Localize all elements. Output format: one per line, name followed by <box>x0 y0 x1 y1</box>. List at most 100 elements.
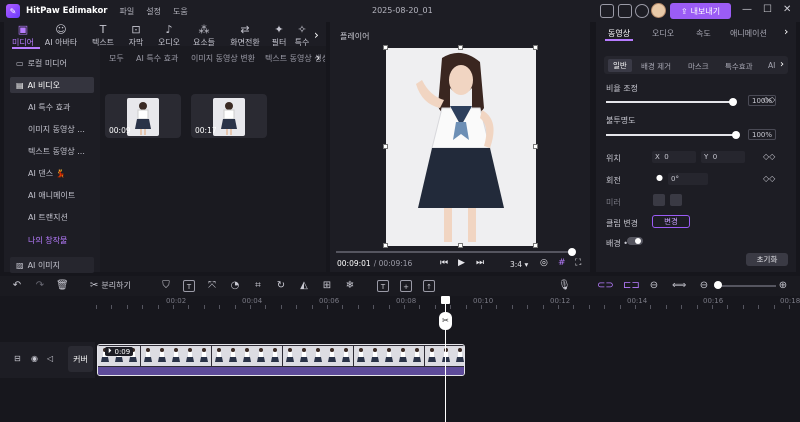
resize-handle[interactable] <box>533 243 538 248</box>
tool-media[interactable]: ▣ 미디어 <box>6 24 40 48</box>
timeline-clip[interactable]: ⏵ 0:09 <box>97 344 465 376</box>
sidebar-item-image-to-video[interactable]: 이미지 동영상 ... <box>10 121 94 137</box>
background-toggle[interactable] <box>627 237 643 245</box>
opacity-slider[interactable] <box>606 101 736 103</box>
export-button[interactable]: ⇪ 내보내기 <box>670 3 731 19</box>
playhead-handle[interactable] <box>441 296 450 304</box>
export-clip-icon[interactable]: ↑ <box>423 280 435 292</box>
microphone-icon[interactable]: 🎙 <box>558 280 571 292</box>
keyframe-icon[interactable]: ◇◇ <box>763 152 775 161</box>
snap-icon[interactable]: ⊏⊐ <box>623 280 640 292</box>
magnet-icon[interactable]: ⊖ <box>648 280 660 292</box>
opacity-slider-knob[interactable] <box>729 98 738 106</box>
resize-handle[interactable] <box>383 243 388 248</box>
sidebar-item-ai-effects[interactable]: AI 특수 효과 <box>10 99 94 115</box>
resize-handle[interactable] <box>458 45 463 50</box>
crop-icon[interactable]: ⌗ <box>252 280 264 292</box>
video-preview[interactable] <box>383 45 538 248</box>
add-text-icon[interactable]: T <box>377 280 389 292</box>
undo-icon[interactable]: ↶ <box>11 280 23 292</box>
freeze-icon[interactable]: ❄ <box>344 280 356 292</box>
zoom-out-icon[interactable]: ⊖ <box>698 280 710 292</box>
next-frame-icon[interactable]: ⏭ <box>476 258 484 268</box>
sidebar-item-ai-video[interactable]: ▤ AI 비디오 <box>10 77 94 93</box>
sidebar-item-ai-transition[interactable]: AI 트랜지션 <box>10 209 94 225</box>
subtab-general[interactable]: 일반 <box>608 59 632 72</box>
resize-handle[interactable] <box>458 243 463 248</box>
aspect-ratio-select[interactable]: 3:4 ▾ <box>510 260 528 269</box>
tool-ai-avatar[interactable]: ☺ AI 아바타 <box>44 24 78 48</box>
media-clip-2[interactable]: 00:17 <box>191 94 267 138</box>
zoom-slider-knob[interactable] <box>714 281 722 289</box>
tool-transition[interactable]: ⇄ 화면전환 <box>225 24 265 48</box>
maximize-icon[interactable]: ☐ <box>763 4 772 15</box>
sidebar-item-local-media[interactable]: ▭ 로컬 미디어 <box>10 55 94 71</box>
menu-help[interactable]: 도움 <box>173 6 188 17</box>
playback-progress-knob[interactable] <box>568 248 576 256</box>
prev-frame-icon[interactable]: ⏮ <box>440 258 448 268</box>
change-clip-button[interactable]: 변경 <box>652 215 690 228</box>
snapshot-icon[interactable]: ◎ <box>540 258 548 268</box>
info-icon[interactable] <box>635 4 649 18</box>
media-clip-1[interactable]: 00:09 <box>105 94 181 138</box>
transparency-slider-knob[interactable] <box>732 131 740 139</box>
shield-icon[interactable]: ⛉ <box>160 280 172 292</box>
cover-button[interactable]: 커버 <box>68 346 93 372</box>
tool-elements[interactable]: ⁂ 요소들 <box>187 24 221 48</box>
tab-video[interactable]: 동영상 <box>608 28 630 39</box>
sidebar-item-ai-image[interactable]: ▨ AI 이미지 <box>10 257 94 273</box>
resize-handle[interactable] <box>533 45 538 50</box>
track-mute-icon[interactable]: ◁ <box>47 354 53 363</box>
delete-icon[interactable]: 🗑 <box>56 280 69 292</box>
subtab-all[interactable]: 모두 <box>109 53 124 64</box>
tab-speed[interactable]: 속도 <box>696 28 711 39</box>
sidebar-item-my-creations[interactable]: 나의 창작물 <box>10 232 94 248</box>
play-icon[interactable]: ▶ <box>458 258 465 268</box>
tab-animation[interactable]: 애니메이션 <box>730 28 767 39</box>
add-media-icon[interactable]: + <box>400 280 412 292</box>
playhead-split-icon[interactable]: ✂ <box>439 312 452 330</box>
tool-effects[interactable]: ✧ 특수 <box>290 24 314 48</box>
resize-handle[interactable] <box>533 144 538 149</box>
subtab-remove-bg[interactable]: 배경 제거 <box>641 61 671 72</box>
zoom-slider[interactable] <box>714 285 776 287</box>
subtabs-next-icon[interactable]: › <box>780 59 784 70</box>
resize-handle[interactable] <box>383 45 388 50</box>
feedback-icon[interactable] <box>600 4 614 18</box>
message-icon[interactable] <box>618 4 632 18</box>
redo-icon[interactable]: ↷ <box>34 280 46 292</box>
rotation-field[interactable]: 0° <box>668 173 708 185</box>
track-visibility-icon[interactable]: ◉ <box>31 354 38 363</box>
menu-file[interactable]: 파일 <box>120 6 135 17</box>
subtab-ai-effects[interactable]: AI 특수 효과 <box>136 53 178 64</box>
tool-text[interactable]: T 텍스트 <box>86 24 120 48</box>
reset-button[interactable]: 초기화 <box>746 253 788 266</box>
zoom-in-icon[interactable]: ⊕ <box>777 280 789 292</box>
position-y-field[interactable]: Y 0 <box>701 151 745 163</box>
subtab-effects[interactable]: 특수효과 <box>725 61 753 72</box>
fullscreen-icon[interactable]: ⛶ <box>575 258 581 268</box>
mirror-horizontal-icon[interactable] <box>653 194 665 206</box>
transparency-slider[interactable] <box>606 134 736 136</box>
sidebar-item-ai-dance[interactable]: AI 댄스 💃 <box>10 165 94 181</box>
mirror-vertical-icon[interactable] <box>670 194 682 206</box>
resize-handle[interactable] <box>383 144 388 149</box>
tab-audio[interactable]: 오디오 <box>652 28 674 39</box>
subtab-ai[interactable]: AI <box>768 61 775 70</box>
subtab-next-icon[interactable]: › <box>316 51 320 64</box>
grid-icon[interactable]: # <box>558 258 566 268</box>
keyframe-icon[interactable]: ◇◇ <box>763 174 775 183</box>
fit-icon[interactable]: ⟺ <box>672 280 686 292</box>
subtab-mask[interactable]: 마스크 <box>688 61 709 72</box>
transform-icon[interactable]: ⤧ <box>206 280 218 292</box>
ai-tool-icon[interactable]: ⊞ <box>321 280 333 292</box>
toolbar-next-icon[interactable]: › <box>314 28 319 42</box>
track-lock-icon[interactable]: ⊟ <box>14 354 21 363</box>
sidebar-item-ai-animate[interactable]: AI 애니메이트 <box>10 187 94 203</box>
position-x-field[interactable]: X 0 <box>652 151 696 163</box>
tabs-next-icon[interactable]: › <box>784 25 788 38</box>
mirror-icon[interactable]: ◭ <box>298 280 310 292</box>
transparency-value[interactable]: 100% <box>748 129 776 140</box>
text-box-icon[interactable]: T <box>183 280 195 292</box>
rotation-dial-icon[interactable]: ● <box>656 173 663 182</box>
